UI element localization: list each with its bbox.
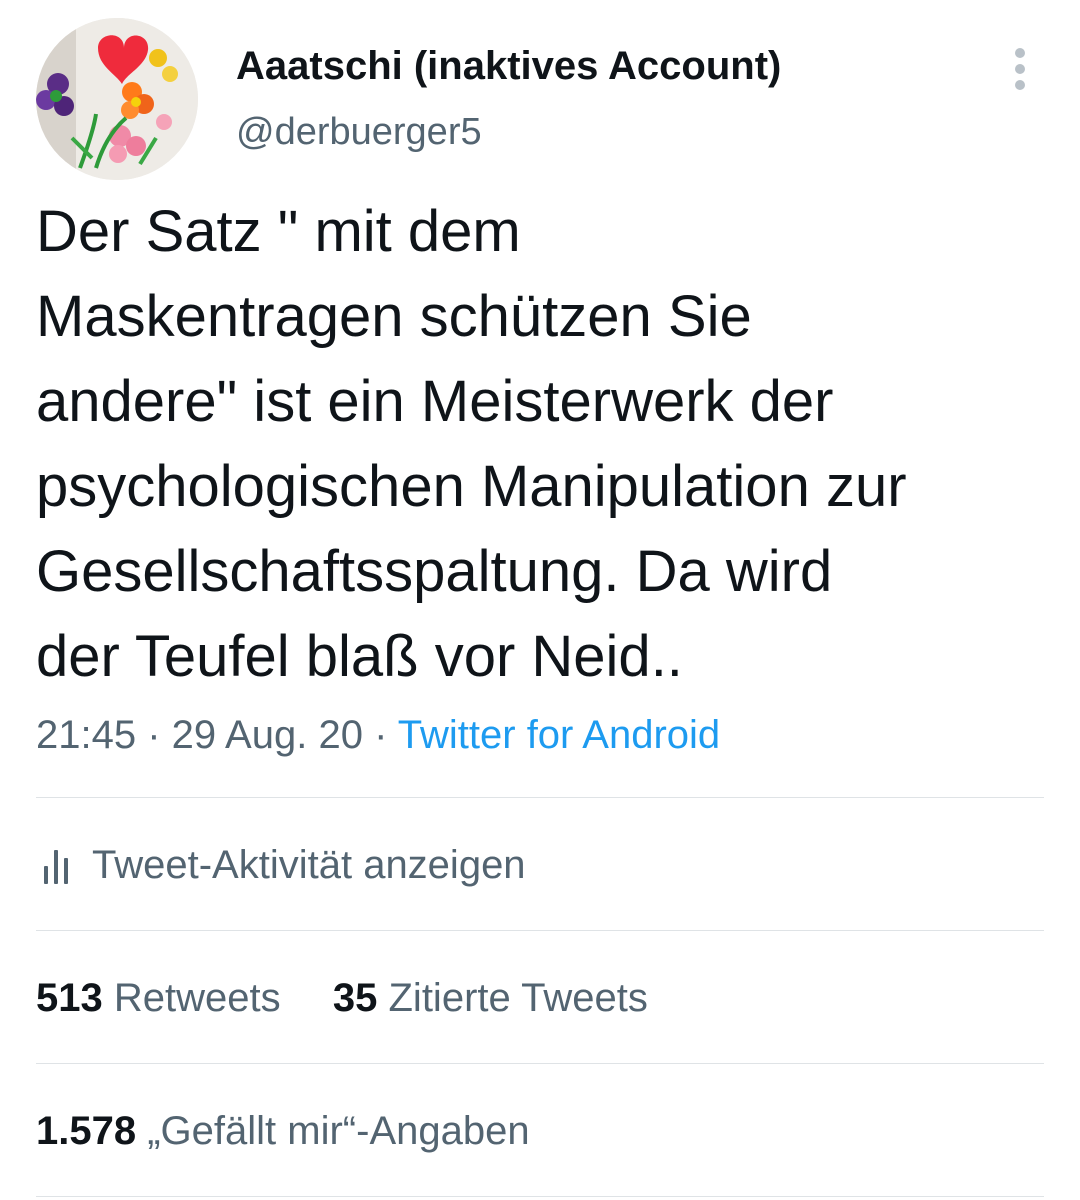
retweets-label: Retweets: [113, 976, 281, 1020]
quotes-count: 35: [332, 976, 378, 1020]
author-display-name[interactable]: Aaatschi (inaktives Account): [236, 40, 781, 92]
retweets-count: 513: [36, 976, 103, 1020]
meta-separator: ·: [136, 713, 172, 757]
tweet-date: 29 Aug. 20: [171, 713, 363, 757]
tweet-activity-label: Tweet-Aktivität anzeigen: [92, 843, 526, 887]
likes-link[interactable]: 1.578 „Gefällt mir“-Angaben: [36, 1104, 530, 1158]
more-vertical-icon[interactable]: [1000, 42, 1040, 92]
avatar[interactable]: [36, 18, 198, 180]
quote-tweets-link[interactable]: 35 Zitierte Tweets: [333, 976, 648, 1020]
flower-drawing-avatar-icon: [36, 18, 198, 180]
divider: [36, 1196, 1044, 1197]
author-handle[interactable]: @derbuerger5: [236, 108, 482, 156]
retweets-link[interactable]: 513 Retweets: [36, 976, 281, 1020]
tweet-source-link[interactable]: Twitter for Android: [398, 713, 720, 757]
tweet-text: Der Satz " mit dem Maskentragen schützen…: [36, 199, 907, 689]
tweet-activity-button[interactable]: Tweet-Aktivität anzeigen: [36, 838, 526, 892]
likes-label: „Gefällt mir“-Angaben: [147, 1109, 530, 1153]
likes-count: 1.578: [36, 1109, 137, 1153]
divider: [36, 797, 1044, 798]
divider: [36, 1063, 1044, 1064]
stats-row: 513 Retweets 35 Zitierte Tweets: [36, 971, 648, 1025]
tweet-time: 21:45: [36, 713, 137, 757]
quotes-label: Zitierte Tweets: [388, 976, 648, 1020]
bar-chart-icon: [42, 844, 78, 884]
tweet-meta: 21:45 · 29 Aug. 20 · Twitter for Android: [36, 708, 720, 762]
divider: [36, 930, 1044, 931]
meta-separator: ·: [362, 713, 398, 757]
